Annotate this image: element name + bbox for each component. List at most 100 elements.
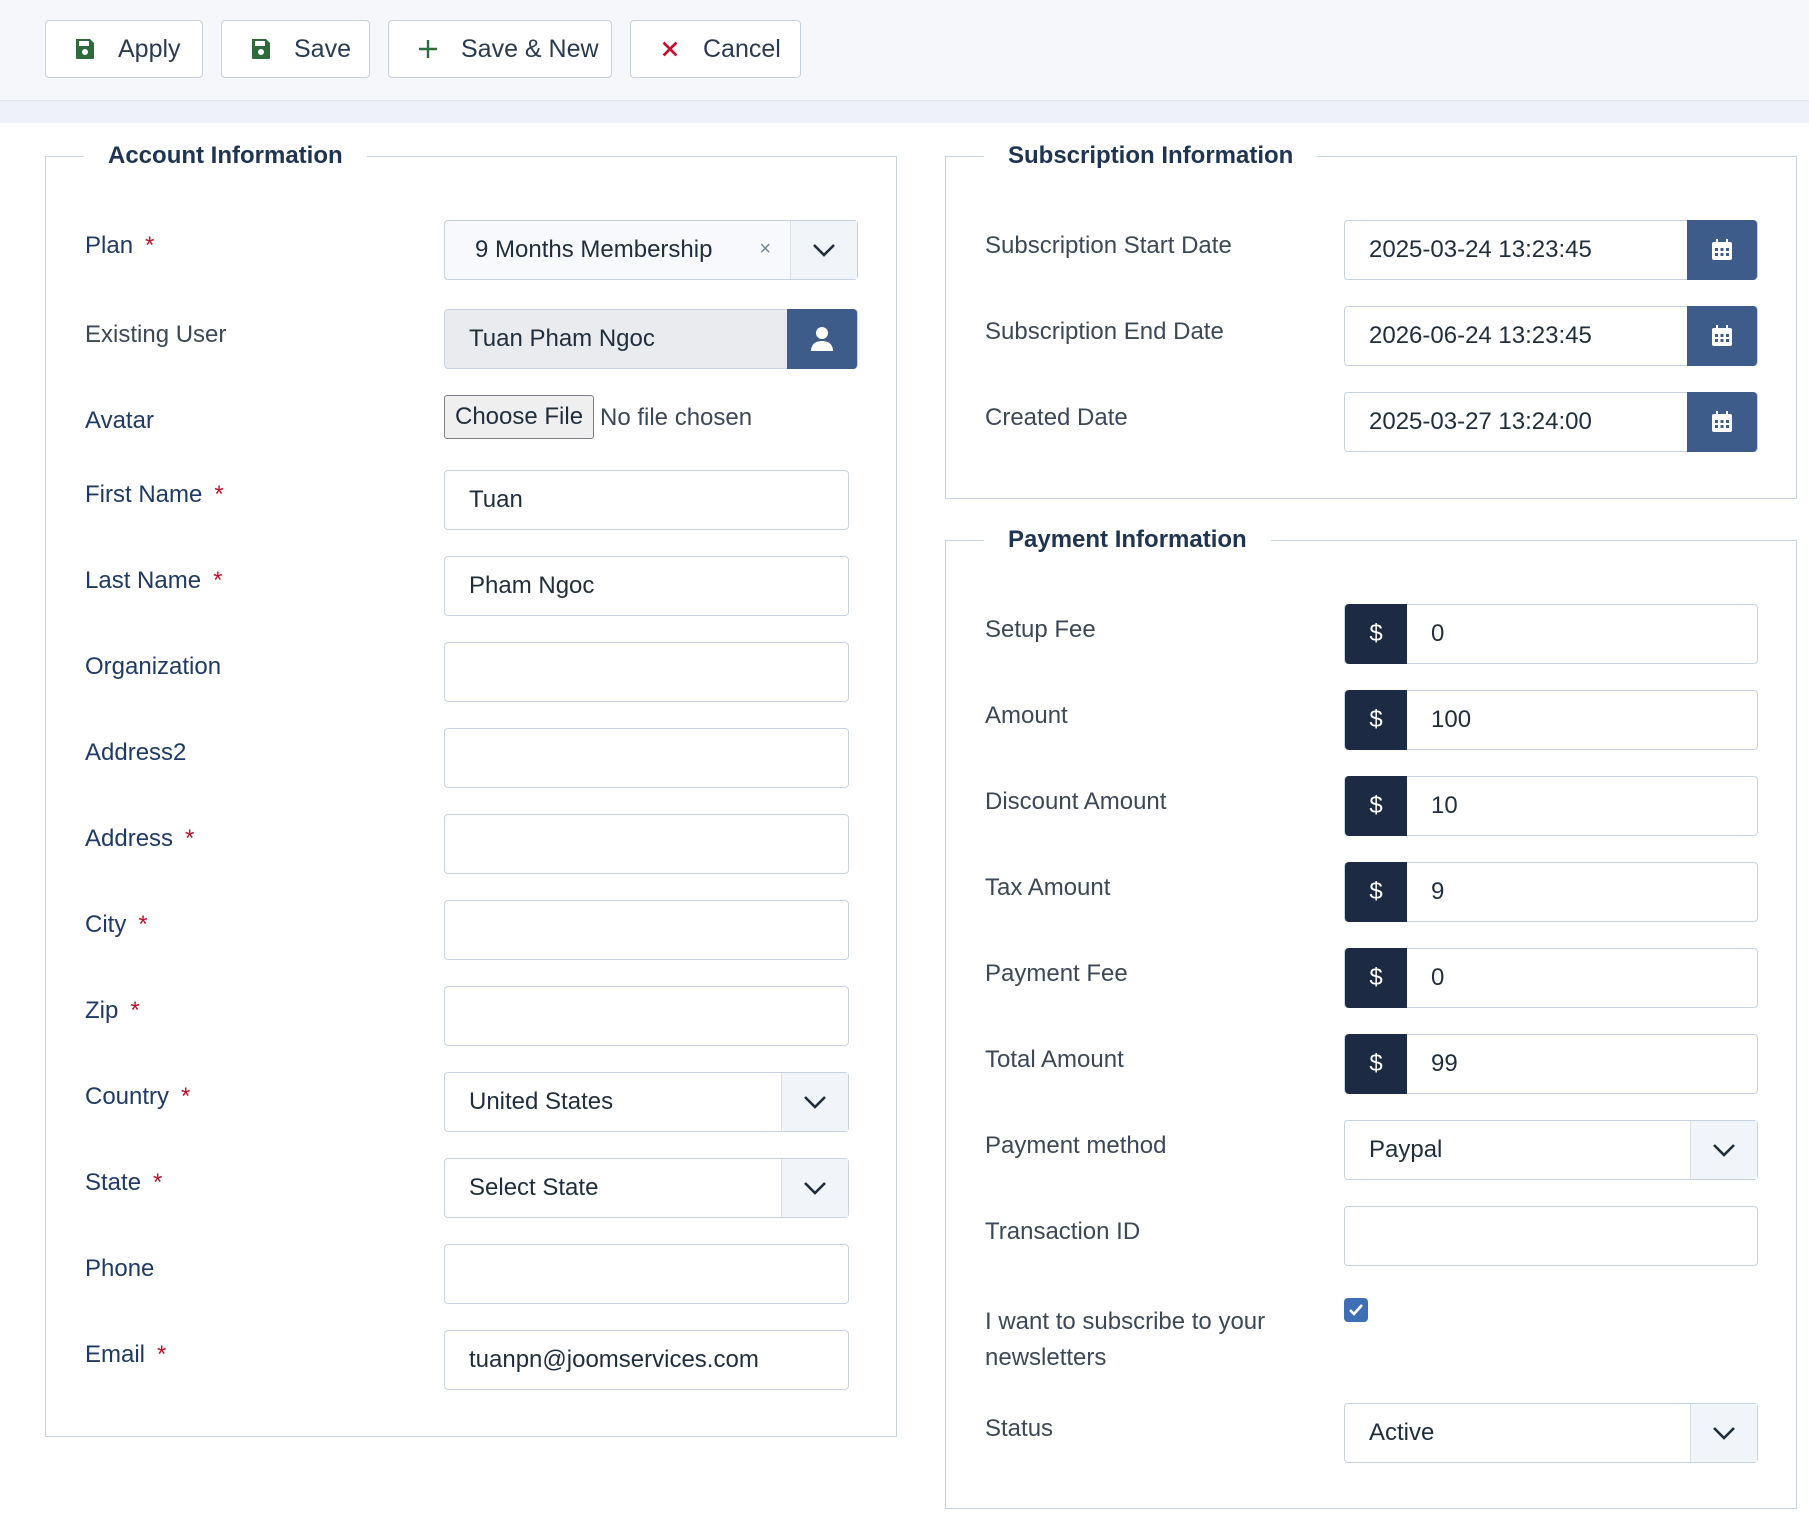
email-input[interactable]: tuanpn@joomservices.com bbox=[444, 1330, 849, 1390]
calendar-button[interactable] bbox=[1687, 220, 1757, 280]
currency-addon: $ bbox=[1345, 604, 1407, 664]
status-label: Status bbox=[985, 1415, 1054, 1442]
checkmark-icon bbox=[1349, 1304, 1363, 1316]
calendar-icon bbox=[1712, 239, 1732, 260]
currency-addon: $ bbox=[1345, 776, 1407, 836]
save-icon bbox=[248, 36, 274, 62]
payment-information-legend: Payment Information bbox=[984, 526, 1271, 554]
currency-addon: $ bbox=[1345, 690, 1407, 750]
apply-label: Apply bbox=[118, 34, 181, 63]
close-icon bbox=[657, 36, 683, 62]
existing-user-field: Tuan Pham Ngoc bbox=[444, 309, 858, 369]
state-label: State * bbox=[85, 1169, 163, 1196]
amount-label: Amount bbox=[985, 702, 1068, 729]
setup-fee-label: Setup Fee bbox=[985, 616, 1096, 643]
plan-label: Plan * bbox=[85, 232, 155, 259]
state-value: Select State bbox=[469, 1174, 599, 1201]
address-input[interactable] bbox=[444, 814, 849, 874]
first-name-input[interactable]: Tuan bbox=[444, 470, 849, 530]
save-new-label: Save & New bbox=[461, 34, 599, 63]
zip-label: Zip * bbox=[85, 997, 140, 1024]
amount-value: 100 bbox=[1431, 706, 1472, 733]
address2-input[interactable] bbox=[444, 728, 849, 788]
discount-amount-input[interactable]: $ 10 bbox=[1344, 776, 1758, 836]
country-value: United States bbox=[469, 1088, 614, 1115]
created-date-input[interactable]: 2025-03-27 13:24:00 bbox=[1344, 392, 1758, 452]
payment-method-select[interactable]: Paypal bbox=[1344, 1120, 1758, 1180]
last-name-input[interactable]: Pham Ngoc bbox=[444, 556, 849, 616]
subscription-start-input[interactable]: 2025-03-24 13:23:45 bbox=[1344, 220, 1758, 280]
calendar-icon bbox=[1712, 411, 1732, 432]
country-label: Country * bbox=[85, 1083, 191, 1110]
tax-amount-value: 9 bbox=[1431, 878, 1445, 905]
amount-input[interactable]: $ 100 bbox=[1344, 690, 1758, 750]
toolbar: Apply Save Save & New Cancel bbox=[0, 0, 1809, 101]
cancel-label: Cancel bbox=[703, 34, 781, 63]
city-input[interactable] bbox=[444, 900, 849, 960]
payment-method-value: Paypal bbox=[1369, 1136, 1443, 1163]
user-select-button[interactable] bbox=[787, 309, 857, 369]
existing-user-label: Existing User bbox=[85, 321, 227, 348]
chevron-down-icon[interactable] bbox=[781, 1073, 848, 1131]
payment-fee-input[interactable]: $ 0 bbox=[1344, 948, 1758, 1008]
discount-amount-value: 10 bbox=[1431, 792, 1458, 819]
phone-input[interactable] bbox=[444, 1244, 849, 1304]
save-button[interactable]: Save bbox=[221, 20, 370, 78]
choose-file-button[interactable]: Choose File bbox=[444, 395, 595, 439]
zip-input[interactable] bbox=[444, 986, 849, 1046]
subscription-end-label: Subscription End Date bbox=[985, 318, 1224, 345]
subscription-start-value: 2025-03-24 13:23:45 bbox=[1369, 236, 1592, 263]
total-amount-input[interactable]: $ 99 bbox=[1344, 1034, 1758, 1094]
email-label: Email * bbox=[85, 1341, 167, 1368]
currency-addon: $ bbox=[1345, 948, 1407, 1008]
phone-label: Phone bbox=[85, 1255, 155, 1282]
status-value: Active bbox=[1369, 1419, 1435, 1446]
newsletter-checkbox[interactable] bbox=[1344, 1298, 1368, 1322]
avatar-label: Avatar bbox=[85, 407, 154, 434]
created-date-value: 2025-03-27 13:24:00 bbox=[1369, 408, 1592, 435]
calendar-button[interactable] bbox=[1687, 392, 1757, 452]
cancel-button[interactable]: Cancel bbox=[630, 20, 801, 78]
clear-icon[interactable]: × bbox=[759, 238, 771, 261]
chevron-down-icon[interactable] bbox=[781, 1159, 848, 1217]
country-select[interactable]: United States bbox=[444, 1072, 849, 1132]
state-select[interactable]: Select State bbox=[444, 1158, 849, 1218]
organization-input[interactable] bbox=[444, 642, 849, 702]
payment-method-label: Payment method bbox=[985, 1132, 1167, 1159]
save-label: Save bbox=[294, 34, 351, 63]
last-name-label: Last Name * bbox=[85, 567, 223, 594]
tax-amount-label: Tax Amount bbox=[985, 874, 1111, 901]
calendar-icon bbox=[1712, 325, 1732, 346]
payment-fee-label: Payment Fee bbox=[985, 960, 1128, 987]
subscription-end-value: 2026-06-24 13:23:45 bbox=[1369, 322, 1592, 349]
organization-label: Organization bbox=[85, 653, 222, 680]
plan-value: 9 Months Membership bbox=[475, 236, 713, 263]
plus-icon bbox=[415, 36, 441, 62]
chevron-down-icon[interactable] bbox=[1690, 1404, 1757, 1462]
chevron-down-icon[interactable] bbox=[1690, 1121, 1757, 1179]
total-amount-value: 99 bbox=[1431, 1050, 1458, 1077]
total-amount-label: Total Amount bbox=[985, 1046, 1124, 1073]
subscription-start-label: Subscription Start Date bbox=[985, 232, 1232, 259]
status-select[interactable]: Active bbox=[1344, 1403, 1758, 1463]
user-icon bbox=[811, 327, 833, 351]
first-name-label: First Name * bbox=[85, 481, 224, 508]
setup-fee-value: 0 bbox=[1431, 620, 1445, 647]
chevron-down-icon[interactable] bbox=[790, 221, 857, 279]
save-new-button[interactable]: Save & New bbox=[388, 20, 612, 78]
currency-addon: $ bbox=[1345, 1034, 1407, 1094]
transaction-id-input[interactable] bbox=[1344, 1206, 1758, 1266]
created-date-label: Created Date bbox=[985, 404, 1128, 431]
account-information-legend: Account Information bbox=[84, 142, 367, 170]
plan-select[interactable]: 9 Months Membership × bbox=[444, 220, 858, 280]
setup-fee-input[interactable]: $ 0 bbox=[1344, 604, 1758, 664]
city-label: City * bbox=[85, 911, 148, 938]
save-icon bbox=[72, 36, 98, 62]
calendar-button[interactable] bbox=[1687, 306, 1757, 366]
apply-button[interactable]: Apply bbox=[45, 20, 203, 78]
address-label: Address * bbox=[85, 825, 195, 852]
currency-addon: $ bbox=[1345, 862, 1407, 922]
no-file-text: No file chosen bbox=[600, 404, 753, 431]
tax-amount-input[interactable]: $ 9 bbox=[1344, 862, 1758, 922]
subscription-end-input[interactable]: 2026-06-24 13:23:45 bbox=[1344, 306, 1758, 366]
